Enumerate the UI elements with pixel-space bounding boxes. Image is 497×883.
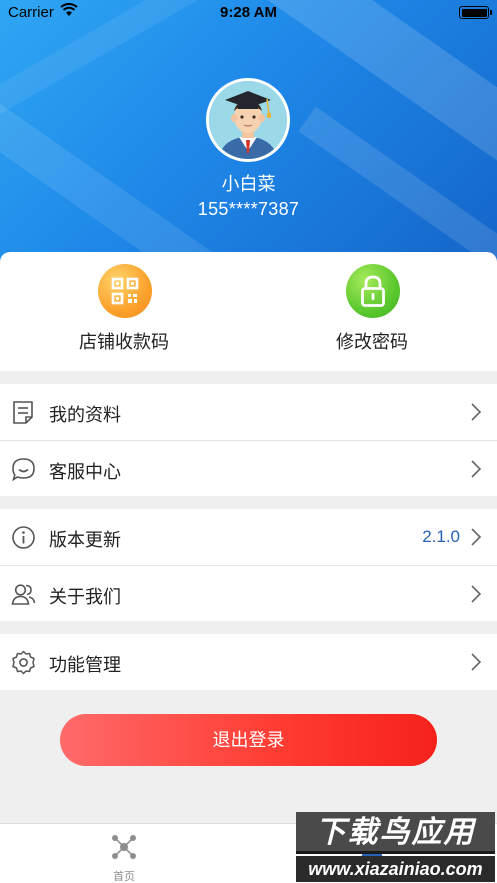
menu-item-label: 我的资料	[49, 405, 121, 425]
graduate-avatar-icon	[209, 81, 287, 159]
chevron-right-icon	[469, 653, 483, 671]
menu-item-label: 客服中心	[49, 462, 121, 482]
qr-code-icon	[98, 264, 152, 318]
battery-icon	[459, 6, 489, 19]
chevron-right-icon	[469, 528, 483, 546]
tab-home-label: 首页	[113, 871, 135, 883]
menu-item-customer-service[interactable]: 客服中心	[0, 440, 497, 496]
watermark-title: 下载鸟应用	[296, 812, 495, 854]
profile-name: 小白菜	[221, 174, 276, 194]
menu-group-account: 我的资料 客服中心	[0, 384, 497, 496]
menu-item-my-profile[interactable]: 我的资料	[0, 384, 497, 440]
menu-group-settings: 功能管理	[0, 634, 497, 690]
watermark-logo: 下载鸟应用 www.xiazainiao.com	[296, 812, 495, 882]
menu-item-label: 功能管理	[49, 655, 121, 675]
version-number: 2.1.0	[422, 527, 460, 546]
info-icon	[11, 525, 36, 550]
menu-group-about: 版本更新 2.1.0 关于我们	[0, 509, 497, 621]
chevron-right-icon	[469, 585, 483, 603]
watermark-url: www.xiazainiao.com	[296, 856, 495, 882]
menu-item-version-update[interactable]: 版本更新 2.1.0	[0, 509, 497, 565]
tab-home[interactable]: 首页	[0, 824, 248, 883]
menu-item-label: 版本更新	[49, 530, 121, 550]
menu-item-about-us[interactable]: 关于我们	[0, 565, 497, 621]
store-qr-button[interactable]: 店铺收款码	[0, 252, 248, 371]
document-icon	[11, 400, 36, 425]
lock-icon	[346, 264, 400, 318]
menu-item-feature-management[interactable]: 功能管理	[0, 634, 497, 690]
status-bar: Carrier 9:28 AM	[0, 0, 497, 24]
profile-phone: 155****7387	[197, 199, 300, 219]
clock: 9:28 AM	[220, 4, 277, 21]
battery-tip-icon	[490, 10, 492, 15]
change-password-button[interactable]: 修改密码	[248, 252, 496, 371]
store-qr-label: 店铺收款码	[79, 332, 169, 352]
chevron-right-icon	[469, 403, 483, 421]
logout-button[interactable]: 退出登录	[60, 714, 437, 766]
chat-bubble-icon	[11, 457, 36, 482]
change-password-label: 修改密码	[336, 332, 408, 352]
avatar[interactable]	[206, 78, 290, 162]
network-icon	[110, 834, 138, 860]
gear-icon	[11, 650, 36, 675]
users-icon	[11, 582, 36, 607]
profile-header: 小白菜 155****7387	[0, 0, 497, 262]
quick-actions: 店铺收款码 修改密码	[0, 252, 497, 371]
chevron-right-icon	[469, 460, 483, 478]
menu-item-label: 关于我们	[49, 587, 121, 607]
